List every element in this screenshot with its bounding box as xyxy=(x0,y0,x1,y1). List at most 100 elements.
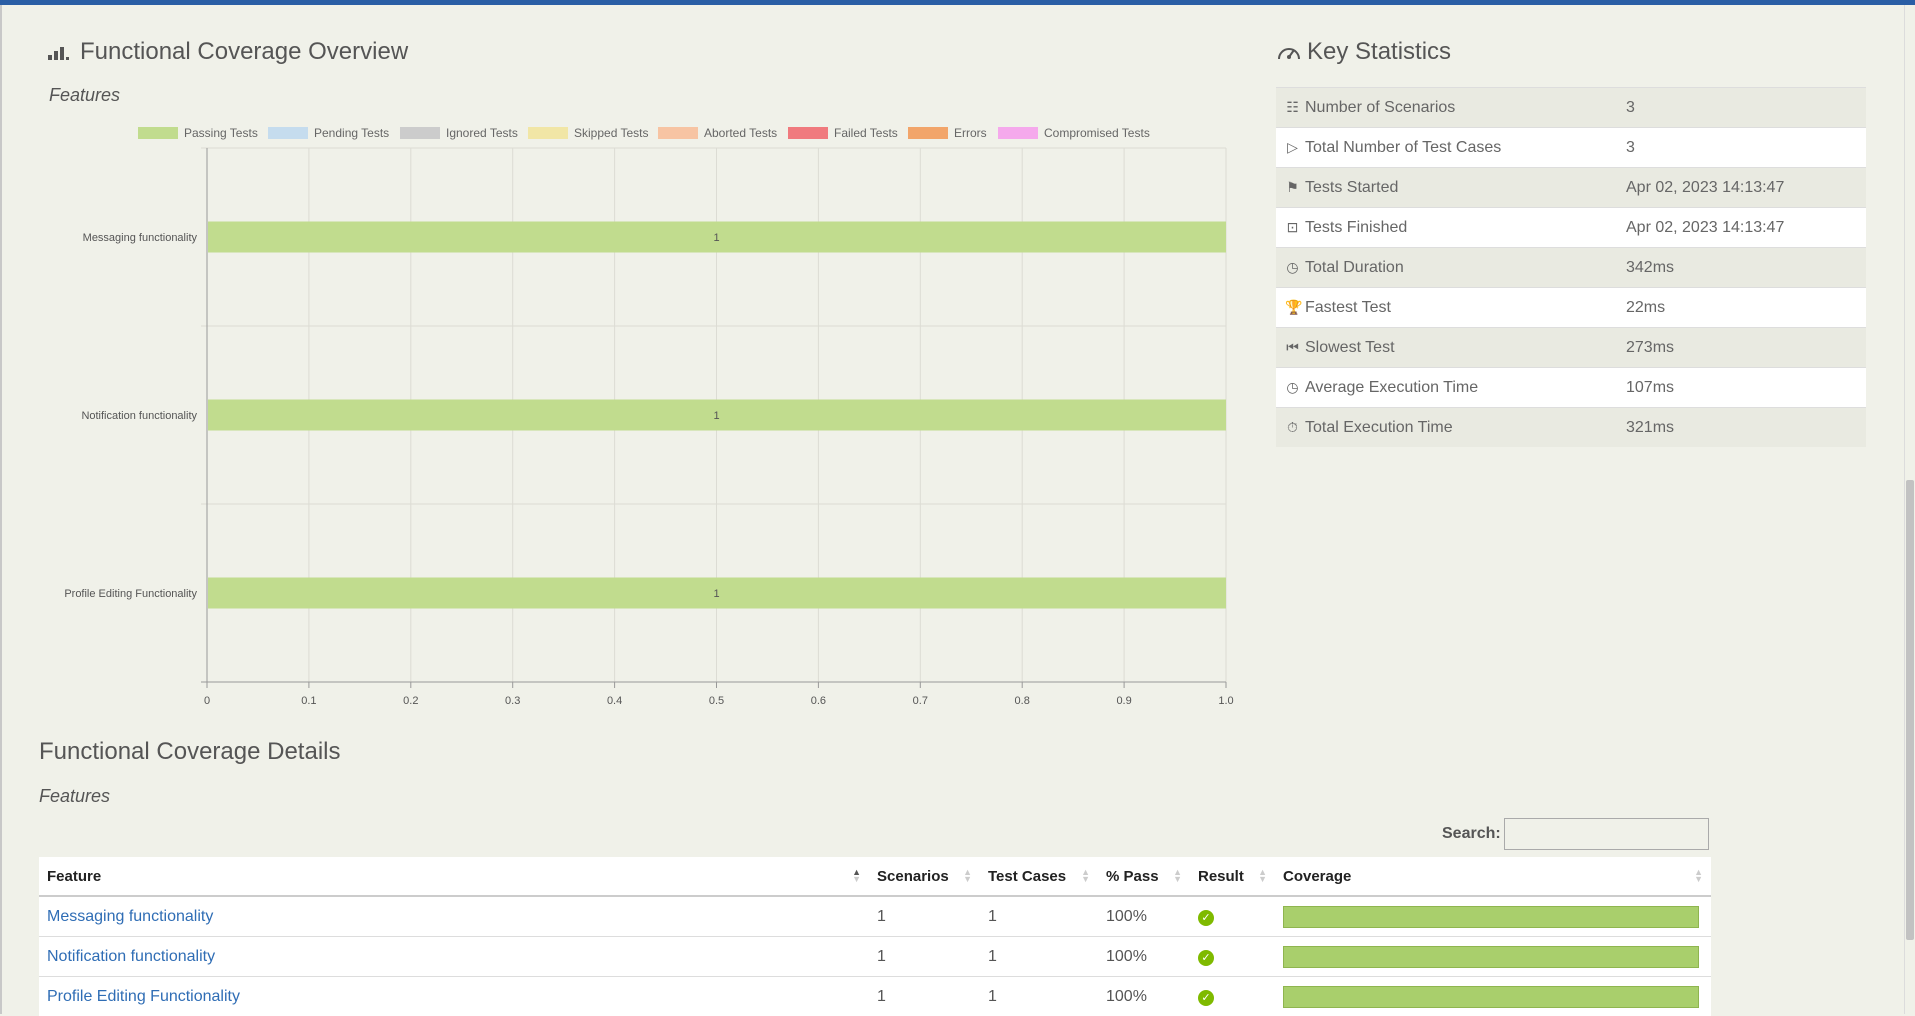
stat-label-cell: ⏱ Total Execution Time xyxy=(1276,408,1626,448)
bar-data-label: 1 xyxy=(713,410,719,422)
bar-data-label: 1 xyxy=(713,232,719,244)
legend-swatch xyxy=(138,127,178,139)
pass-cell: 100% xyxy=(1098,896,1190,937)
column-header-feature[interactable]: Feature▲▼ xyxy=(39,857,869,896)
left-edge xyxy=(0,5,2,1014)
stat-value: 273ms xyxy=(1626,328,1866,368)
column-label: Result xyxy=(1198,868,1244,885)
coverage-bar xyxy=(1283,906,1699,928)
x-tick-label: 0.9 xyxy=(1116,695,1131,707)
x-tick-label: 0.1 xyxy=(301,695,316,707)
feature-link[interactable]: Profile Editing Functionality xyxy=(47,988,240,1005)
stat-label-cell: ☷Number of Scenarios xyxy=(1276,88,1626,128)
x-tick-label: 0.3 xyxy=(505,695,520,707)
skip-back-icon: ⏮ xyxy=(1285,339,1300,356)
legend-swatch xyxy=(268,127,308,139)
stat-label-cell: ⏮Slowest Test xyxy=(1276,328,1626,368)
stat-label-cell: ⊡Tests Finished xyxy=(1276,208,1626,248)
scrollbar-thumb[interactable] xyxy=(1906,480,1914,940)
pass-cell: 100% xyxy=(1098,977,1190,1016)
check-circle-icon: ✓ xyxy=(1198,910,1214,926)
stat-value: 321ms xyxy=(1626,408,1866,448)
coverage-bar xyxy=(1283,946,1699,968)
test-cases-cell: 1 xyxy=(980,896,1098,937)
check-circle-icon: ✓ xyxy=(1198,990,1214,1006)
legend-swatch xyxy=(400,127,440,139)
coverage-cell xyxy=(1275,937,1711,977)
x-tick-label: 0.5 xyxy=(709,695,724,707)
stat-row: ◷Total Duration342ms xyxy=(1276,248,1866,288)
features-table: Feature▲▼ Scenarios▲▼ Test Cases▲▼ % Pas… xyxy=(39,857,1711,1016)
stat-label: Tests Finished xyxy=(1305,219,1407,236)
stat-value: 3 xyxy=(1626,128,1866,168)
x-tick-label: 0.4 xyxy=(607,695,622,707)
legend-swatch xyxy=(908,127,948,139)
legend-label: Aborted Tests xyxy=(704,126,777,140)
scenarios-cell: 1 xyxy=(869,977,980,1016)
column-label: Scenarios xyxy=(877,868,949,885)
sort-icon: ▲▼ xyxy=(1694,869,1703,883)
timer-icon: ◷ xyxy=(1285,259,1300,276)
stat-label: Fastest Test xyxy=(1305,299,1391,316)
sort-icon: ▲▼ xyxy=(1258,869,1267,883)
feature-link[interactable]: Messaging functionality xyxy=(47,908,213,925)
stat-value: Apr 02, 2023 14:13:47 xyxy=(1626,208,1866,248)
feature-cell: Messaging functionality xyxy=(39,896,869,937)
stat-label-cell: ◷Average Execution Time xyxy=(1276,368,1626,408)
key-statistics-title: Key Statistics xyxy=(1307,38,1451,66)
sort-icon: ▲▼ xyxy=(963,869,972,883)
stat-row: ☷Number of Scenarios3 xyxy=(1276,88,1866,128)
x-tick-label: 0.8 xyxy=(1015,695,1030,707)
top-bar xyxy=(0,0,1915,5)
sort-icon: ▲▼ xyxy=(1173,869,1182,883)
x-tick-label: 0.7 xyxy=(913,695,928,707)
trophy-icon: 🏆 xyxy=(1285,299,1300,316)
column-header-coverage[interactable]: Coverage▲▼ xyxy=(1275,857,1711,896)
x-tick-label: 1.0 xyxy=(1218,695,1233,707)
test-cases-cell: 1 xyxy=(980,937,1098,977)
stopwatch-icon: ⏱ xyxy=(1285,419,1300,436)
list-icon: ☷ xyxy=(1285,99,1300,116)
category-label: Notification functionality xyxy=(81,410,197,422)
sort-icon: ▲▼ xyxy=(1081,869,1090,883)
scenarios-cell: 1 xyxy=(869,937,980,977)
column-header-scenarios[interactable]: Scenarios ▲▼ xyxy=(869,857,980,896)
features-chart: Passing TestsPending TestsIgnored TestsS… xyxy=(30,115,1270,715)
feature-cell: Notification functionality xyxy=(39,937,869,977)
column-header-pass[interactable]: % Pass ▲▼ xyxy=(1098,857,1190,896)
x-tick-label: 0 xyxy=(204,695,210,707)
stat-value: Apr 02, 2023 14:13:47 xyxy=(1626,168,1866,208)
feature-link[interactable]: Notification functionality xyxy=(47,948,215,965)
details-title: Functional Coverage Details xyxy=(39,738,341,766)
scenarios-cell: 1 xyxy=(869,896,980,937)
column-header-result[interactable]: Result ▲▼ xyxy=(1190,857,1275,896)
category-label: Profile Editing Functionality xyxy=(64,588,197,600)
column-label: % Pass xyxy=(1106,868,1159,885)
check-circle-icon: ✓ xyxy=(1198,950,1214,966)
stat-value: 3 xyxy=(1626,88,1866,128)
legend-swatch xyxy=(658,127,698,139)
column-header-test-cases[interactable]: Test Cases▲▼ xyxy=(980,857,1098,896)
table-row: Messaging functionality11100%✓ xyxy=(39,896,1711,937)
stat-label: Total Execution Time xyxy=(1305,419,1453,436)
timer-icon: ◷ xyxy=(1285,379,1300,396)
search-input[interactable] xyxy=(1504,818,1709,850)
legend-label: Errors xyxy=(954,126,987,140)
stat-value: 342ms xyxy=(1626,248,1866,288)
stat-label-cell: ⚑ Tests Started xyxy=(1276,168,1626,208)
test-cases-cell: 1 xyxy=(980,977,1098,1016)
stat-row: ⏱ Total Execution Time 321ms xyxy=(1276,408,1866,448)
bar-chart-icon xyxy=(48,46,70,60)
legend-label: Failed Tests xyxy=(834,126,898,140)
result-cell: ✓ xyxy=(1190,977,1275,1016)
flag-icon: ⚑ xyxy=(1285,179,1300,196)
dashboard-icon xyxy=(1276,42,1302,62)
stat-label-cell: ◷Total Duration xyxy=(1276,248,1626,288)
stat-value: 22ms xyxy=(1626,288,1866,328)
column-label: Feature xyxy=(47,868,101,885)
coverage-bar xyxy=(1283,986,1699,1008)
stat-row: 🏆 Fastest Test 22ms xyxy=(1276,288,1866,328)
play-icon: ▷ xyxy=(1285,139,1300,156)
overview-title: Functional Coverage Overview xyxy=(80,38,408,66)
stat-label: Tests Started xyxy=(1305,179,1398,196)
